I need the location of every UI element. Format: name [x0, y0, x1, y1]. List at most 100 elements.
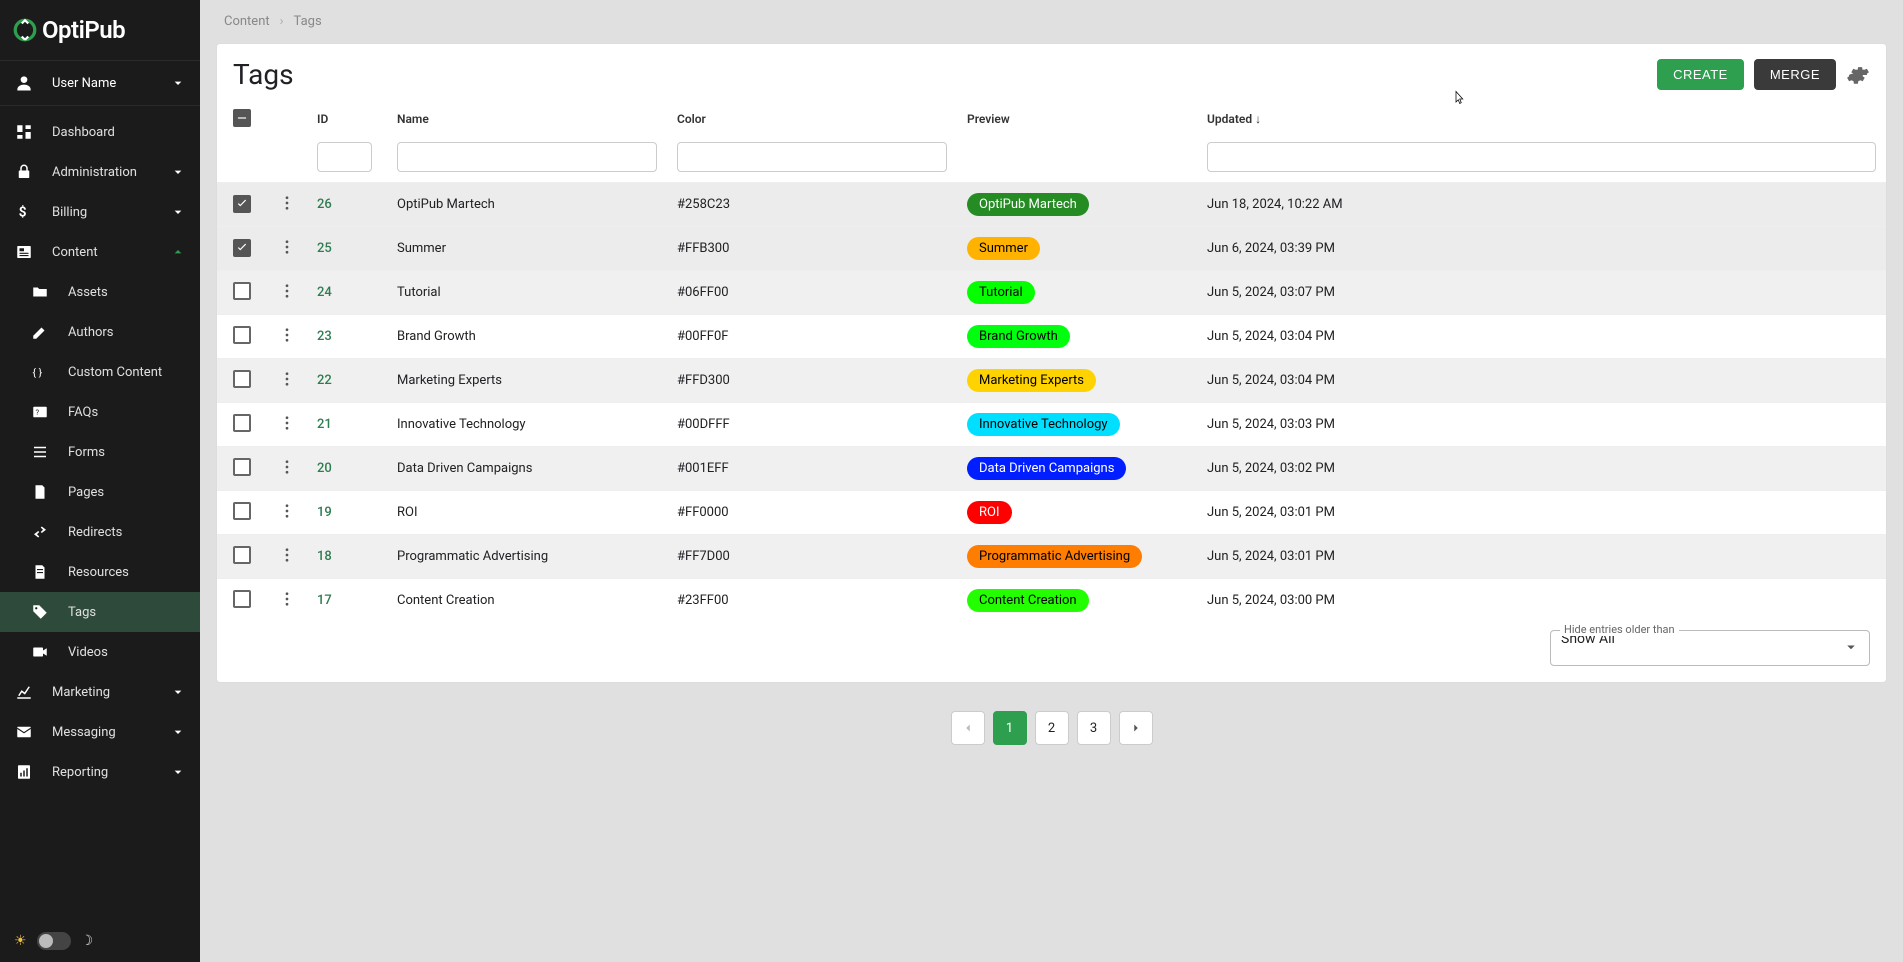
- preview-pill: Content Creation: [967, 589, 1089, 612]
- main-nav: Dashboard Administration $ Billing Conte…: [0, 106, 200, 920]
- sidebar-item-redirects[interactable]: Redirects: [0, 512, 200, 552]
- sidebar-item-messaging[interactable]: Messaging: [0, 712, 200, 752]
- filter-name-input[interactable]: [397, 142, 657, 172]
- chevron-down-icon: [170, 164, 186, 180]
- column-updated-label: Updated: [1207, 112, 1252, 126]
- row-checkbox[interactable]: [233, 546, 251, 564]
- faq-icon: ?: [30, 402, 50, 422]
- row-menu-button[interactable]: [277, 545, 297, 565]
- sidebar-item-reporting[interactable]: Reporting: [0, 752, 200, 792]
- row-menu-button[interactable]: [277, 589, 297, 609]
- row-checkbox[interactable]: [233, 326, 251, 344]
- filter-updated-input[interactable]: [1207, 142, 1876, 172]
- sidebar-item-resources[interactable]: Resources: [0, 552, 200, 592]
- sidebar-item-pages[interactable]: Pages: [0, 472, 200, 512]
- gear-icon[interactable]: [1846, 63, 1870, 87]
- row-id-link[interactable]: 18: [317, 549, 332, 564]
- table-row: 25Summer#FFB300SummerJun 6, 2024, 03:39 …: [217, 227, 1886, 271]
- breadcrumb-tags[interactable]: Tags: [294, 14, 322, 29]
- sidebar-item-authors[interactable]: Authors: [0, 312, 200, 352]
- row-checkbox[interactable]: [233, 195, 251, 213]
- page-next-button[interactable]: [1119, 711, 1153, 745]
- sidebar-item-billing[interactable]: $ Billing: [0, 192, 200, 232]
- row-menu-button[interactable]: [277, 501, 297, 521]
- row-id-link[interactable]: 22: [317, 373, 332, 388]
- sidebar-item-label: Dashboard: [52, 125, 186, 140]
- sidebar-item-custom-content[interactable]: { } Custom Content: [0, 352, 200, 392]
- sidebar-item-label: Messaging: [52, 725, 170, 740]
- row-id-link[interactable]: 21: [317, 417, 332, 432]
- merge-button[interactable]: Merge: [1754, 59, 1836, 90]
- sidebar-item-faqs[interactable]: ? FAQs: [0, 392, 200, 432]
- row-checkbox[interactable]: [233, 458, 251, 476]
- brand-text: OptiPub: [42, 16, 125, 44]
- svg-text:{ }: { }: [33, 366, 43, 379]
- sidebar-item-tags[interactable]: Tags: [0, 592, 200, 632]
- table-row: 22Marketing Experts#FFD300Marketing Expe…: [217, 359, 1886, 403]
- row-name: Summer: [387, 227, 667, 271]
- row-menu-button[interactable]: [277, 281, 297, 301]
- video-icon: [30, 642, 50, 662]
- row-name: Data Driven Campaigns: [387, 447, 667, 491]
- create-button[interactable]: Create: [1657, 59, 1744, 90]
- filter-color-input[interactable]: [677, 142, 947, 172]
- user-menu[interactable]: User Name: [0, 60, 200, 106]
- page-prev-button[interactable]: [951, 711, 985, 745]
- filter-id-input[interactable]: [317, 142, 372, 172]
- row-id-link[interactable]: 19: [317, 505, 332, 520]
- column-name[interactable]: Name: [387, 101, 667, 136]
- sidebar-item-forms[interactable]: Forms: [0, 432, 200, 472]
- breadcrumb-content[interactable]: Content: [224, 14, 270, 29]
- row-menu-button[interactable]: [277, 325, 297, 345]
- column-color[interactable]: Color: [667, 101, 957, 136]
- page-number-button[interactable]: 2: [1035, 711, 1069, 745]
- sidebar-item-label: Tags: [68, 605, 186, 620]
- row-id-link[interactable]: 25: [317, 241, 332, 256]
- sidebar-item-label: Resources: [68, 565, 186, 580]
- chevron-right-icon: ›: [280, 14, 284, 29]
- select-all-checkbox[interactable]: [233, 109, 251, 127]
- column-preview[interactable]: Preview: [957, 101, 1197, 136]
- row-menu-button[interactable]: [277, 237, 297, 257]
- row-id-link[interactable]: 23: [317, 329, 332, 344]
- sidebar-item-label: Redirects: [68, 525, 186, 540]
- row-checkbox[interactable]: [233, 282, 251, 300]
- sidebar-item-administration[interactable]: Administration: [0, 152, 200, 192]
- sidebar-item-videos[interactable]: Videos: [0, 632, 200, 672]
- preview-pill: Programmatic Advertising: [967, 545, 1142, 568]
- row-color: #FFD300: [667, 359, 957, 403]
- sidebar-item-dashboard[interactable]: Dashboard: [0, 112, 200, 152]
- chevron-down-icon: [170, 684, 186, 700]
- row-id-link[interactable]: 24: [317, 285, 332, 300]
- sidebar-item-content[interactable]: Content: [0, 232, 200, 272]
- sidebar-item-marketing[interactable]: Marketing: [0, 672, 200, 712]
- row-color: #FFB300: [667, 227, 957, 271]
- row-menu-button[interactable]: [277, 369, 297, 389]
- page-number-button[interactable]: 1: [993, 711, 1027, 745]
- row-menu-button[interactable]: [277, 193, 297, 213]
- theme-switch[interactable]: [37, 932, 71, 950]
- hide-entries-select[interactable]: Hide entries older than Show All: [1550, 630, 1870, 666]
- row-id-link[interactable]: 20: [317, 461, 332, 476]
- row-menu-button[interactable]: [277, 457, 297, 477]
- content-submenu: Assets Authors { } Custom Content ? FAQs…: [0, 272, 200, 672]
- page-number-button[interactable]: 3: [1077, 711, 1111, 745]
- sidebar-item-label: Billing: [52, 205, 170, 220]
- row-menu-button[interactable]: [277, 413, 297, 433]
- row-id-link[interactable]: 26: [317, 197, 332, 212]
- row-checkbox[interactable]: [233, 590, 251, 608]
- sidebar-item-label: Forms: [68, 445, 186, 460]
- column-updated[interactable]: Updated ↓: [1197, 101, 1886, 136]
- row-checkbox[interactable]: [233, 239, 251, 257]
- row-id-link[interactable]: 17: [317, 593, 332, 608]
- dashboard-icon: [14, 122, 34, 142]
- row-checkbox[interactable]: [233, 414, 251, 432]
- tags-table: ID Name Color Preview Updated ↓: [217, 101, 1886, 622]
- row-checkbox[interactable]: [233, 370, 251, 388]
- row-updated: Jun 5, 2024, 03:04 PM: [1197, 359, 1886, 403]
- row-checkbox[interactable]: [233, 502, 251, 520]
- row-color: #06FF00: [667, 271, 957, 315]
- sidebar-item-assets[interactable]: Assets: [0, 272, 200, 312]
- row-color: #258C23: [667, 183, 957, 227]
- column-id[interactable]: ID: [307, 101, 387, 136]
